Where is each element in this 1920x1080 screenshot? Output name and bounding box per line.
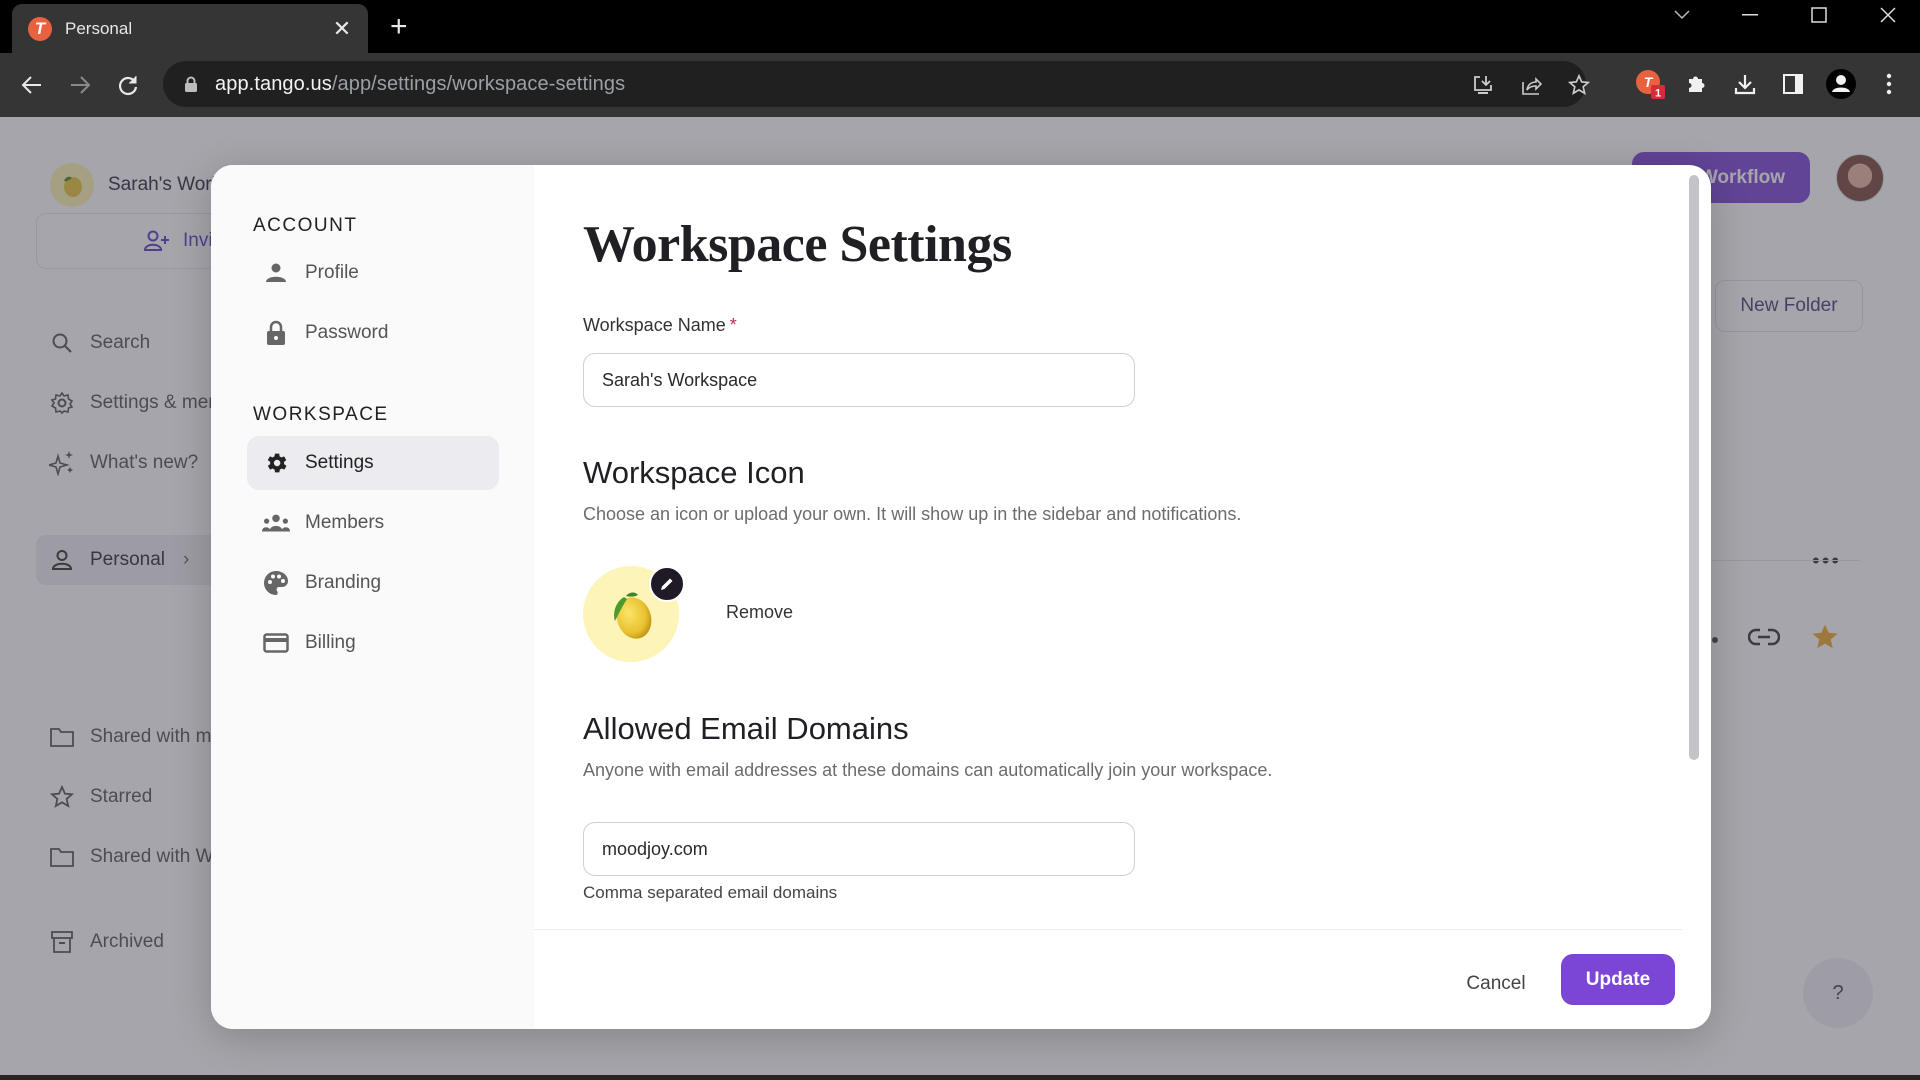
- taskbar-strip: [0, 1075, 1920, 1080]
- kebab-menu-icon[interactable]: [1873, 68, 1905, 100]
- workspace-icon-title: Workspace Icon: [583, 455, 805, 490]
- workspace-name-label: Workspace Name *: [583, 315, 737, 336]
- settings-content: Workspace Settings Workspace Name* Works…: [534, 165, 1711, 929]
- nav-label: Members: [305, 512, 385, 533]
- gear-icon: [261, 450, 291, 476]
- tango-favicon-icon: T: [28, 16, 52, 41]
- email-domains-helper: Comma separated email domains: [583, 883, 838, 902]
- browser-tab[interactable]: T Personal ✕: [12, 4, 368, 53]
- browser-tab-bar: T Personal ✕ +: [0, 0, 1920, 53]
- workspace-name-input[interactable]: [583, 353, 1135, 407]
- new-tab-icon[interactable]: +: [390, 10, 408, 44]
- label-text: Workspace Name: [583, 315, 726, 335]
- footer-divider: [534, 929, 1682, 930]
- settings-nav: ACCOUNT Profile Password WORKSPACE Setti…: [211, 165, 534, 1029]
- reload-icon[interactable]: [110, 67, 146, 103]
- settings-modal: ACCOUNT Profile Password WORKSPACE Setti…: [211, 165, 1711, 1029]
- lock-icon[interactable]: [181, 74, 201, 94]
- nav-label: Settings: [305, 452, 374, 473]
- tango-extension-icon[interactable]: T1: [1634, 68, 1666, 100]
- downloads-icon[interactable]: [1729, 68, 1761, 100]
- close-window-icon[interactable]: [1868, 0, 1908, 30]
- nav-item-branding[interactable]: Branding: [247, 556, 499, 610]
- workspace-icon-description: Choose an icon or upload your own. It wi…: [583, 504, 1242, 524]
- tab-search-icon[interactable]: [1662, 0, 1702, 30]
- nav-item-settings[interactable]: Settings: [247, 436, 499, 490]
- url-text[interactable]: app.tango.us/app/settings/workspace-sett…: [215, 73, 625, 96]
- lock-icon: [261, 320, 291, 346]
- nav-item-password[interactable]: Password: [247, 306, 499, 360]
- browser-toolbar: app.tango.us/app/settings/workspace-sett…: [0, 53, 1920, 117]
- nav-label: Profile: [305, 262, 359, 283]
- account-heading: ACCOUNT: [253, 215, 358, 236]
- close-tab-icon[interactable]: ✕: [330, 16, 354, 42]
- nav-item-members[interactable]: Members: [247, 496, 499, 550]
- url-host: app.tango.us: [215, 72, 332, 95]
- maximize-icon[interactable]: [1799, 0, 1839, 30]
- nav-label: Billing: [305, 632, 356, 653]
- side-panel-icon[interactable]: [1777, 68, 1809, 100]
- page-title: Workspace Settings: [583, 216, 1012, 273]
- person-icon: [261, 262, 291, 284]
- update-button[interactable]: Update: [1561, 954, 1675, 1005]
- forward-icon[interactable]: [62, 67, 98, 103]
- credit-card-icon: [261, 633, 291, 653]
- svg-text:1: 1: [1655, 88, 1661, 100]
- nav-item-profile[interactable]: Profile: [247, 246, 499, 300]
- profile-icon[interactable]: [1825, 68, 1857, 100]
- back-icon[interactable]: [14, 67, 50, 103]
- nav-label: Branding: [305, 572, 382, 593]
- required-indicator: *: [729, 315, 737, 335]
- palette-icon: [261, 570, 291, 596]
- share-icon[interactable]: [1518, 72, 1544, 98]
- email-domains-input[interactable]: [583, 822, 1135, 876]
- url-path: /app/settings/workspace-settings: [331, 72, 626, 95]
- install-app-icon[interactable]: [1470, 72, 1496, 98]
- cancel-button[interactable]: Cancel: [1451, 959, 1541, 1009]
- minimize-icon[interactable]: [1730, 0, 1770, 30]
- tab-title: Personal: [65, 18, 133, 38]
- nav-label: Password: [305, 322, 389, 343]
- email-domains-title: Allowed Email Domains: [583, 711, 909, 746]
- extensions-puzzle-icon[interactable]: [1681, 68, 1713, 100]
- edit-icon-button[interactable]: [649, 566, 685, 602]
- bookmark-star-icon[interactable]: [1566, 72, 1592, 98]
- pencil-icon: [661, 578, 673, 590]
- workspace-heading: WORKSPACE: [253, 404, 389, 425]
- group-icon: [261, 513, 291, 533]
- email-domains-description: Anyone with email addresses at these dom…: [583, 760, 1273, 780]
- nav-item-billing[interactable]: Billing: [247, 616, 499, 670]
- content-scrollbar[interactable]: [1689, 175, 1699, 760]
- remove-icon-button[interactable]: Remove: [726, 602, 793, 623]
- address-bar[interactable]: app.tango.us/app/settings/workspace-sett…: [163, 61, 1590, 107]
